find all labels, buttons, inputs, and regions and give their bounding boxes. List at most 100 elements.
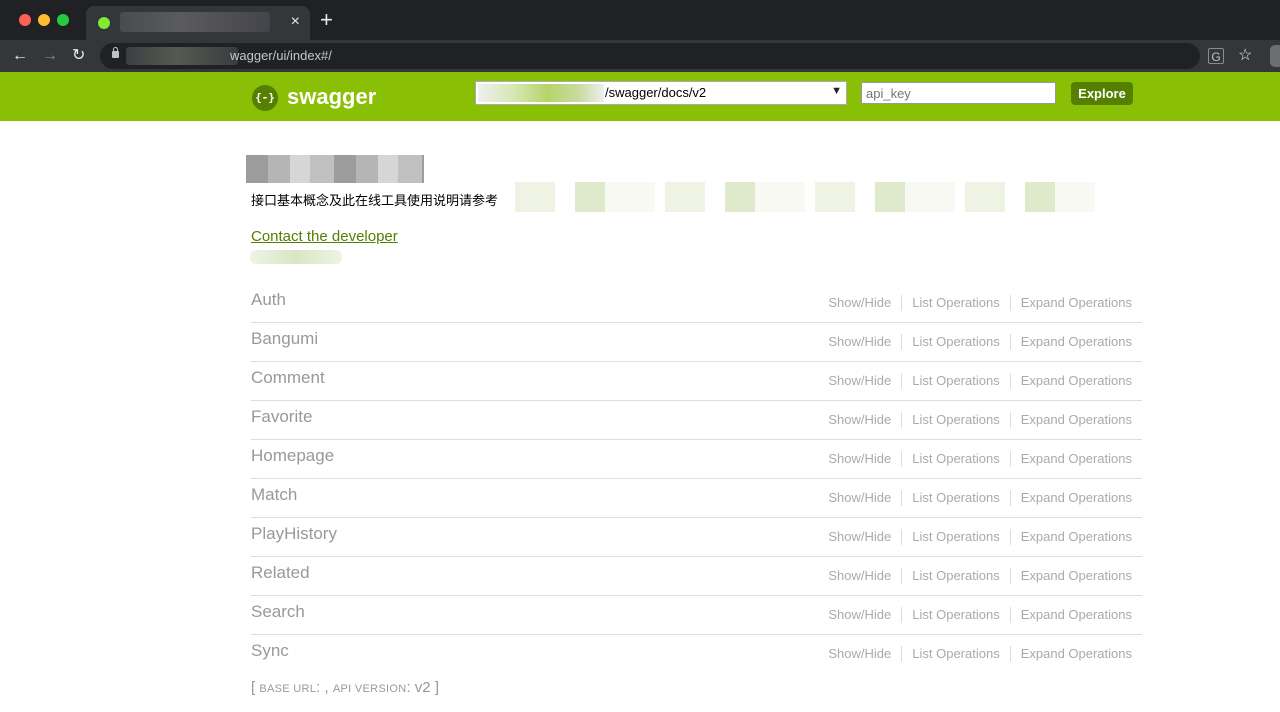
reload-icon[interactable]: ↻: [72, 44, 85, 68]
api-key-input[interactable]: [861, 82, 1056, 104]
resource-operations: Show/Hide List Operations Expand Operation…: [828, 568, 1132, 584]
show-hide-link[interactable]: Show/Hide: [828, 373, 901, 389]
expand-operations-link[interactable]: Expand Operations: [1009, 295, 1132, 311]
api-description: 接口基本概念及此在线工具使用说明请参考: [251, 193, 499, 208]
swagger-logo-icon: {-}: [252, 85, 278, 111]
show-hide-link[interactable]: Show/Hide: [828, 451, 901, 467]
expand-operations-link[interactable]: Expand Operations: [1009, 568, 1132, 584]
forward-arrow-icon[interactable]: →: [42, 44, 58, 68]
explore-button[interactable]: Explore: [1071, 82, 1133, 105]
lock-icon: [112, 47, 119, 58]
resource-name-link[interactable]: Homepage: [251, 446, 334, 466]
api-version-label: API VERSION: [332, 683, 407, 695]
resource-list: Auth Show/Hide List Operations Expand Opera…: [251, 284, 1142, 673]
resource-name-link[interactable]: Search: [251, 602, 305, 622]
list-operations-link[interactable]: List Operations: [901, 295, 1009, 311]
browser-tab-bar: × +: [0, 0, 1280, 40]
list-operations-link[interactable]: List Operations: [901, 412, 1009, 428]
show-hide-link[interactable]: Show/Hide: [828, 295, 901, 311]
resource-operations: Show/Hide List Operations Expand Operation…: [828, 529, 1132, 545]
resource-operations: Show/Hide List Operations Expand Operation…: [828, 607, 1132, 623]
resource-row: PlayHistory Show/Hide List Operations Expan…: [251, 518, 1142, 557]
list-operations-link[interactable]: List Operations: [901, 568, 1009, 584]
maximize-window-button[interactable]: [57, 14, 69, 26]
api-url-select[interactable]: /swagger/docs/v2 ▼: [475, 81, 847, 105]
footer-open-bracket: [: [251, 679, 256, 696]
expand-operations-link[interactable]: Expand Operations: [1009, 373, 1132, 389]
swagger-logo-text: swagger: [287, 84, 377, 109]
resource-name-link[interactable]: PlayHistory: [251, 524, 337, 544]
api-info-footer: [ BASE URL: , API VERSION: v2 ]: [251, 678, 439, 699]
api-host-redacted: [478, 84, 604, 102]
contact-email-redacted: [250, 250, 342, 264]
api-version-value: : v2: [406, 679, 431, 696]
profile-avatar[interactable]: [1270, 45, 1280, 67]
resource-name-link[interactable]: Match: [251, 485, 297, 505]
resource-row: Search Show/Hide List Operations Expand Ope…: [251, 596, 1142, 635]
expand-operations-link[interactable]: Expand Operations: [1009, 529, 1132, 545]
new-tab-button[interactable]: +: [320, 8, 333, 32]
list-operations-link[interactable]: List Operations: [901, 607, 1009, 623]
address-bar-url: wagger/ui/index#/: [230, 48, 332, 63]
swagger-favicon-icon: [97, 16, 111, 30]
show-hide-link[interactable]: Show/Hide: [828, 607, 901, 623]
resource-row: Favorite Show/Hide List Operations Expand O…: [251, 401, 1142, 440]
resource-row: Bangumi Show/Hide List Operations Expand Op…: [251, 323, 1142, 362]
back-arrow-icon[interactable]: ←: [12, 44, 28, 68]
list-operations-link[interactable]: List Operations: [901, 334, 1009, 350]
minimize-window-button[interactable]: [38, 14, 50, 26]
resource-name-link[interactable]: Comment: [251, 368, 325, 388]
resource-name-link[interactable]: Bangumi: [251, 329, 318, 349]
show-hide-link[interactable]: Show/Hide: [828, 334, 901, 350]
close-icon[interactable]: ×: [291, 12, 300, 32]
resource-name-link[interactable]: Favorite: [251, 407, 312, 427]
resource-operations: Show/Hide List Operations Expand Operation…: [828, 295, 1132, 311]
api-url-value: /swagger/docs/v2: [605, 85, 707, 100]
resource-operations: Show/Hide List Operations Expand Operation…: [828, 646, 1132, 662]
resource-operations: Show/Hide List Operations Expand Operation…: [828, 490, 1132, 506]
expand-operations-link[interactable]: Expand Operations: [1009, 451, 1132, 467]
list-operations-link[interactable]: List Operations: [901, 373, 1009, 389]
contact-developer-link[interactable]: Contact the developer: [251, 228, 398, 246]
show-hide-link[interactable]: Show/Hide: [828, 490, 901, 506]
resource-row: Auth Show/Hide List Operations Expand Opera…: [251, 284, 1142, 323]
resource-name-link[interactable]: Sync: [251, 641, 289, 661]
chevron-down-icon: ▼: [831, 85, 842, 97]
resource-operations: Show/Hide List Operations Expand Operation…: [828, 373, 1132, 389]
footer-close-bracket: ]: [434, 679, 439, 696]
expand-operations-link[interactable]: Expand Operations: [1009, 334, 1132, 350]
bookmark-star-icon[interactable]: ☆: [1238, 45, 1252, 65]
list-operations-link[interactable]: List Operations: [901, 451, 1009, 467]
base-url-label: BASE URL: [259, 683, 317, 695]
translate-icon[interactable]: G: [1208, 48, 1224, 64]
expand-operations-link[interactable]: Expand Operations: [1009, 412, 1132, 428]
resource-name-link[interactable]: Related: [251, 563, 310, 583]
expand-operations-link[interactable]: Expand Operations: [1009, 490, 1132, 506]
description-link-redacted: [515, 182, 1095, 212]
resource-row: Homepage Show/Hide List Operations Expand O…: [251, 440, 1142, 479]
show-hide-link[interactable]: Show/Hide: [828, 412, 901, 428]
base-url-value: : ,: [316, 679, 329, 696]
list-operations-link[interactable]: List Operations: [901, 529, 1009, 545]
api-title-redacted: [246, 155, 424, 183]
tab-title-redacted: [120, 12, 270, 32]
browser-toolbar: ← → ↻ wagger/ui/index#/: [0, 40, 1280, 72]
resource-operations: Show/Hide List Operations Expand Operation…: [828, 334, 1132, 350]
close-window-button[interactable]: [19, 14, 31, 26]
show-hide-link[interactable]: Show/Hide: [828, 568, 901, 584]
resource-row: Related Show/Hide List Operations Expand Op…: [251, 557, 1142, 596]
expand-operations-link[interactable]: Expand Operations: [1009, 607, 1132, 623]
resource-operations: Show/Hide List Operations Expand Operation…: [828, 451, 1132, 467]
resource-row: Sync Show/Hide List Operations Expand Opera…: [251, 635, 1142, 673]
show-hide-link[interactable]: Show/Hide: [828, 529, 901, 545]
expand-operations-link[interactable]: Expand Operations: [1009, 646, 1132, 662]
address-bar[interactable]: wagger/ui/index#/: [100, 43, 1200, 69]
url-host-redacted: [126, 47, 238, 65]
swagger-header: {-} swagger /swagger/docs/v2 ▼ Explore: [0, 72, 1280, 121]
list-operations-link[interactable]: List Operations: [901, 490, 1009, 506]
browser-tab[interactable]: ×: [86, 6, 310, 40]
show-hide-link[interactable]: Show/Hide: [828, 646, 901, 662]
list-operations-link[interactable]: List Operations: [901, 646, 1009, 662]
resource-operations: Show/Hide List Operations Expand Operation…: [828, 412, 1132, 428]
resource-name-link[interactable]: Auth: [251, 290, 286, 310]
